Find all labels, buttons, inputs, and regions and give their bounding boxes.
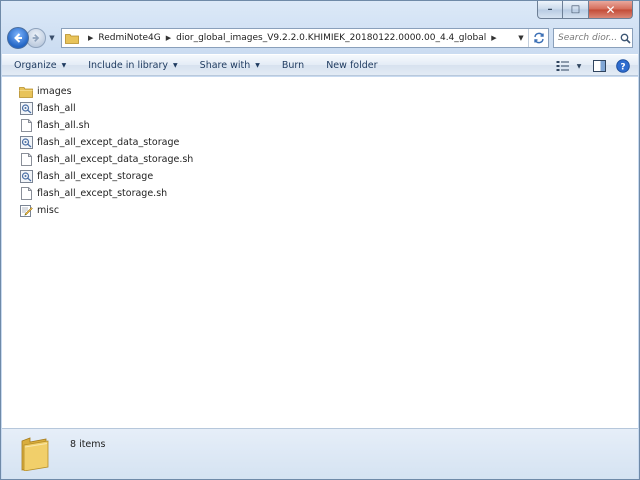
chevron-down-icon: ▼ xyxy=(518,34,524,42)
batch-file-icon xyxy=(19,102,33,116)
burn-button[interactable]: Burn xyxy=(282,60,304,71)
change-view-button[interactable] xyxy=(554,57,572,75)
folder-icon xyxy=(21,437,49,471)
new-folder-button[interactable]: New folder xyxy=(326,60,377,71)
share-with-label: Share with xyxy=(199,59,251,71)
help-icon: ? xyxy=(616,59,630,73)
view-options-dropdown[interactable]: ▼ xyxy=(574,57,584,75)
folder-icon xyxy=(65,33,79,44)
refresh-icon xyxy=(533,32,544,44)
chevron-down-icon: ▼ xyxy=(49,34,55,42)
file-name: images xyxy=(37,86,72,97)
search-icon[interactable] xyxy=(618,31,632,45)
file-name: flash_all.sh xyxy=(37,120,90,131)
chevron-down-icon: ▼ xyxy=(61,61,67,69)
address-history-dropdown[interactable]: ▼ xyxy=(514,29,528,47)
preview-pane-icon xyxy=(592,60,606,72)
navigation-row: ▼ ▶ RedmiNote4G ▶ dior_global_images_V9.… xyxy=(7,27,633,49)
burn-label: Burn xyxy=(281,59,305,71)
breadcrumb-separator-icon[interactable]: ▶ xyxy=(491,34,496,42)
file-list: images flash_all flash_all.sh flash_all_… xyxy=(19,83,193,219)
explorer-window: – □ ✕ ▼ ▶ RedmiNote4G ▶ dior_global_imag… xyxy=(0,0,640,480)
file-name: flash_all_except_data_storage.sh xyxy=(37,154,194,165)
include-in-library-button[interactable]: Include in library ▼ xyxy=(88,60,177,71)
minimize-icon: – xyxy=(547,4,553,15)
list-item[interactable]: flash_all_except_data_storage.sh xyxy=(19,151,193,168)
list-item[interactable]: images xyxy=(19,83,193,100)
forward-button[interactable] xyxy=(26,28,46,48)
chevron-down-icon: ▼ xyxy=(255,61,260,69)
command-bar: Organize ▼ Include in library ▼ Share wi… xyxy=(2,54,638,76)
maximize-icon: □ xyxy=(570,4,581,15)
maximize-button[interactable]: □ xyxy=(563,1,589,19)
toolbar-right: ▼ ? xyxy=(548,55,632,77)
recent-pages-dropdown[interactable]: ▼ xyxy=(47,34,57,42)
close-icon: ✕ xyxy=(605,2,616,17)
address-bar[interactable]: ▶ RedmiNote4G ▶ dior_global_images_V9.2.… xyxy=(61,28,549,48)
file-name: flash_all_except_storage xyxy=(37,171,154,182)
refresh-button[interactable] xyxy=(528,29,548,47)
list-item[interactable]: flash_all_except_data_storage xyxy=(19,134,193,151)
minimize-button[interactable]: – xyxy=(537,1,563,19)
file-list-pane[interactable]: images flash_all flash_all.sh flash_all_… xyxy=(2,77,638,428)
share-with-button[interactable]: Share with ▼ xyxy=(200,60,260,71)
arrow-left-icon xyxy=(14,33,22,43)
include-in-library-label: Include in library xyxy=(88,59,169,71)
file-name: flash_all xyxy=(37,103,76,114)
list-item[interactable]: flash_all xyxy=(19,100,193,117)
chevron-down-icon: ▼ xyxy=(576,62,582,70)
svg-text:?: ? xyxy=(620,63,625,73)
list-item[interactable]: flash_all_except_storage.sh xyxy=(19,185,193,202)
file-name: misc xyxy=(37,205,60,216)
file-name: flash_all_except_data_storage xyxy=(37,137,180,148)
document-icon xyxy=(19,119,33,133)
file-name: flash_all_except_storage.sh xyxy=(37,188,168,199)
document-icon xyxy=(19,187,33,201)
search-placeholder: Search dior... xyxy=(558,33,618,43)
list-item[interactable]: misc xyxy=(19,202,193,219)
text-edit-file-icon xyxy=(19,204,33,218)
caption-buttons: – □ ✕ xyxy=(537,1,633,21)
preview-pane-button[interactable] xyxy=(590,57,608,75)
breadcrumb-item[interactable]: RedmiNote4G xyxy=(98,33,160,43)
folder-icon xyxy=(19,85,33,99)
organize-label: Organize xyxy=(14,59,57,71)
batch-file-icon xyxy=(19,170,33,184)
help-button[interactable]: ? xyxy=(614,57,632,75)
list-item[interactable]: flash_all_except_storage xyxy=(19,168,193,185)
chevron-down-icon: ▼ xyxy=(173,61,178,69)
close-button[interactable]: ✕ xyxy=(589,1,633,19)
list-item[interactable]: flash_all.sh xyxy=(19,117,193,134)
new-folder-label: New folder xyxy=(326,59,378,71)
breadcrumb-separator-icon[interactable]: ▶ xyxy=(88,34,93,42)
search-input[interactable]: Search dior... xyxy=(553,28,633,48)
item-count: 8 items xyxy=(70,439,106,450)
document-icon xyxy=(19,153,33,167)
arrow-right-icon xyxy=(32,34,40,42)
details-pane: 8 items xyxy=(2,428,638,479)
breadcrumb-item[interactable]: dior_global_images_V9.2.2.0.KHIMIEK_2018… xyxy=(176,33,486,43)
view-list-icon xyxy=(556,61,569,71)
back-button[interactable] xyxy=(7,27,29,49)
breadcrumb-separator-icon[interactable]: ▶ xyxy=(166,34,171,42)
batch-file-icon xyxy=(19,136,33,150)
organize-button[interactable]: Organize ▼ xyxy=(14,60,66,71)
